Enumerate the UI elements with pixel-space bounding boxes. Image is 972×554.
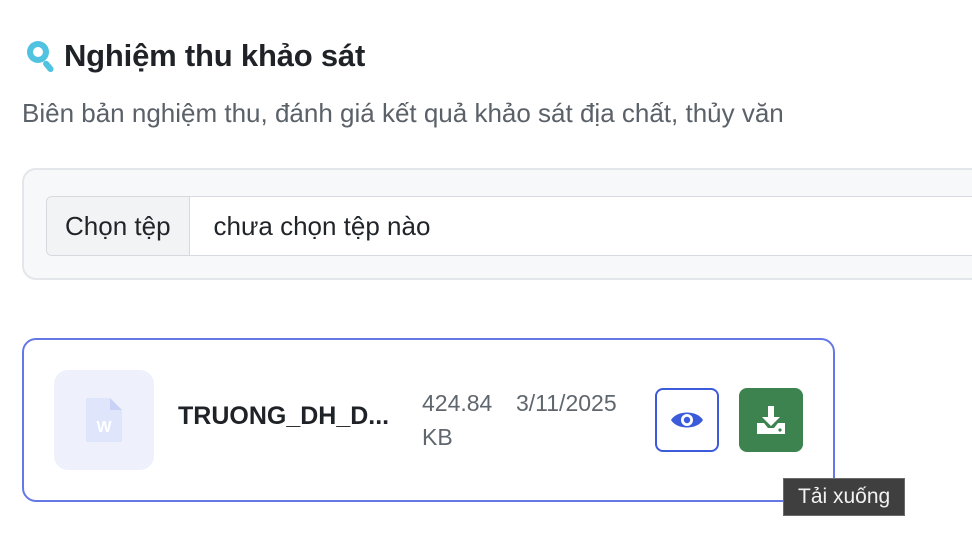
download-tooltip: Tải xuống [783, 478, 906, 516]
svg-text:W: W [96, 419, 112, 436]
download-icon [757, 406, 785, 434]
view-file-button[interactable] [655, 388, 719, 452]
file-name: TRUONG_DH_D... [178, 402, 390, 430]
file-input-status: chưa chọn tệp nào [213, 210, 431, 241]
file-size: 424.84 KB [422, 390, 493, 450]
upload-panel: Chọn tệp chưa chọn tệp nào [22, 168, 972, 280]
download-file-button[interactable] [739, 388, 803, 452]
page-description: Biên bản nghiệm thu, đánh giá kết quả kh… [22, 98, 784, 128]
choose-file-button[interactable]: Chọn tệp [47, 197, 190, 255]
eye-icon [671, 412, 703, 428]
search-location-icon [27, 41, 54, 73]
file-thumbnail: W [54, 370, 154, 470]
file-date: 3/11/2025 [516, 390, 617, 416]
section-header: Nghiệm thu khảo sát [22, 38, 365, 74]
file-card: W TRUONG_DH_D... 424.84 KB 3/11/2025 [22, 338, 835, 502]
word-document-icon: W [86, 398, 122, 442]
page-title: Nghiệm thu khảo sát [64, 38, 366, 73]
file-input[interactable]: Chọn tệp chưa chọn tệp nào [46, 196, 972, 256]
